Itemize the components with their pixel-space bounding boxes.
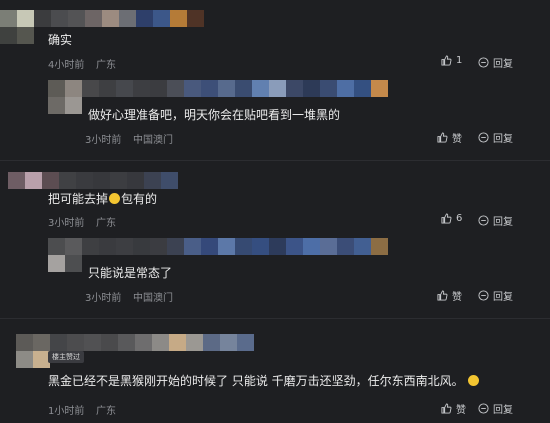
reply-button[interactable]: 回复 xyxy=(478,130,513,145)
comment-time: 3小时前 xyxy=(48,218,85,229)
reply-button[interactable]: 回复 xyxy=(478,401,513,416)
thumb-up-icon xyxy=(437,132,448,143)
thumb-up-icon xyxy=(441,213,452,224)
comment-location: 广东 xyxy=(96,406,116,417)
reply-time: 3小时前 xyxy=(85,293,122,304)
reply-bubble-icon xyxy=(478,290,489,301)
comment-text: 把可能去掉 包有的 xyxy=(48,190,157,207)
reply-bubble-icon xyxy=(478,132,489,143)
reply-button[interactable]: 回复 xyxy=(478,288,513,303)
reply-location: 中国澳门 xyxy=(133,293,173,304)
pixelated-avatar-name xyxy=(0,10,204,44)
comment-text: 确实 xyxy=(48,33,73,47)
reply-label: 回复 xyxy=(493,405,513,416)
reply-location: 中国澳门 xyxy=(133,135,173,146)
comment-text-part: 把可能去掉 xyxy=(48,192,109,206)
comment-time: 1小时前 xyxy=(48,406,85,417)
author-liked-badge: 楼主赞过 xyxy=(48,351,84,363)
like-button[interactable]: 赞 xyxy=(437,130,462,145)
reply-text: 做好心理准备吧，明天你会在贴吧看到一堆黑的 xyxy=(88,108,341,122)
reply-button[interactable]: 回复 xyxy=(478,55,513,70)
reply-label: 回复 xyxy=(493,217,513,228)
reply-bubble-icon xyxy=(478,403,489,414)
reply-bubble-icon xyxy=(478,57,489,68)
comment-time: 4小时前 xyxy=(48,60,85,71)
pixelated-avatar-name xyxy=(8,172,178,189)
comment-location: 广东 xyxy=(96,218,116,229)
grin-emoji-icon xyxy=(467,375,479,386)
reply-label: 回复 xyxy=(493,292,513,303)
thumb-up-icon xyxy=(441,55,452,66)
comment-text-part: 包有的 xyxy=(121,192,158,206)
comment-text-part: 黑金已经不是黑猴刚开始的时候了 只能说 千磨万击还坚劲，任尔东西南北风。 xyxy=(48,374,464,388)
reply-time: 3小时前 xyxy=(85,135,122,146)
like-button[interactable]: 6 xyxy=(441,213,462,224)
reply-label: 回复 xyxy=(493,134,513,145)
smile-emoji-icon xyxy=(109,193,121,204)
reply-button[interactable]: 回复 xyxy=(478,213,513,228)
reply-bubble-icon xyxy=(478,215,489,226)
thumb-up-icon xyxy=(437,290,448,301)
comment-location: 广东 xyxy=(96,60,116,71)
reply-label: 回复 xyxy=(493,59,513,70)
comment-divider xyxy=(0,318,550,319)
like-count: 6 xyxy=(456,213,463,224)
like-count: 1 xyxy=(456,55,463,66)
like-button[interactable]: 赞 xyxy=(441,401,466,416)
like-label: 赞 xyxy=(452,134,462,145)
reply-text: 只能说是常态了 xyxy=(88,266,173,280)
like-button[interactable]: 1 xyxy=(441,55,462,66)
thumb-up-icon xyxy=(441,403,452,414)
comment-text: 黑金已经不是黑猴刚开始的时候了 只能说 千磨万击还坚劲，任尔东西南北风。 xyxy=(48,372,480,389)
like-label: 赞 xyxy=(456,405,466,416)
like-label: 赞 xyxy=(452,292,462,303)
comment-divider xyxy=(0,160,550,161)
like-button[interactable]: 赞 xyxy=(437,288,462,303)
